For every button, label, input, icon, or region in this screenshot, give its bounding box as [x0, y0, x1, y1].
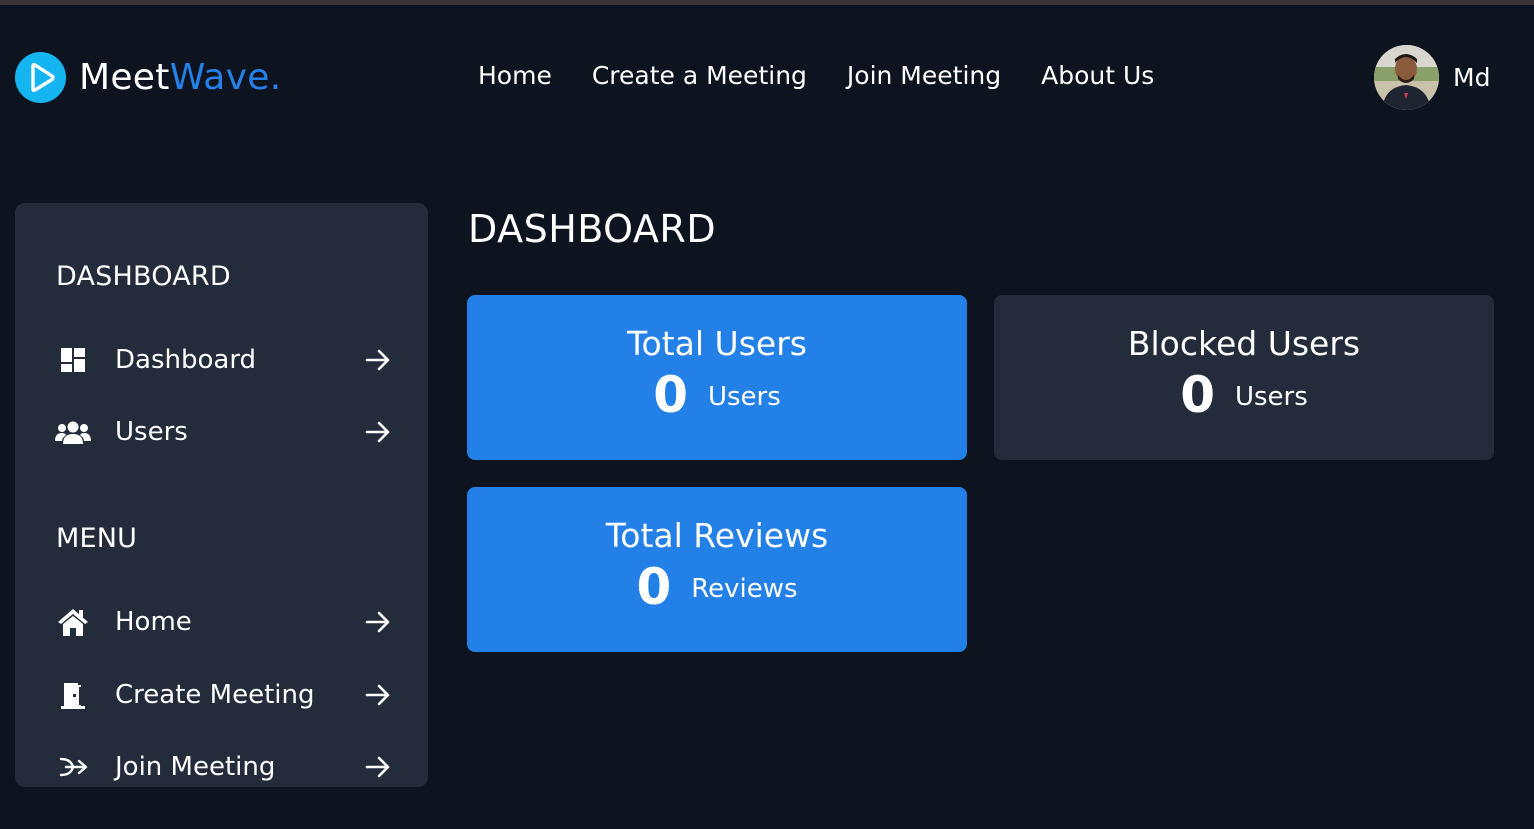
arrow-right-icon	[363, 680, 393, 710]
door-icon	[53, 675, 93, 715]
sidebar-item-label: Join Meeting	[115, 752, 276, 782]
arrow-right-icon	[363, 752, 393, 782]
dashboard-grid-icon	[53, 340, 93, 380]
sidebar-item-users[interactable]: Users	[53, 412, 393, 452]
stat-card-total-users[interactable]: Total Users 0 Users	[467, 295, 967, 460]
user-profile[interactable]: Md	[1374, 45, 1490, 110]
users-group-icon	[53, 412, 93, 452]
card-value-row: 0 Reviews	[636, 557, 797, 617]
brand-logo[interactable]: MeetWave.	[15, 52, 281, 103]
sidebar-item-label: Dashboard	[115, 345, 257, 375]
sidebar-item-create-meeting[interactable]: Create Meeting	[53, 675, 393, 715]
card-title: Total Reviews	[605, 516, 829, 555]
card-title: Blocked Users	[1127, 324, 1361, 363]
arrow-right-icon	[363, 345, 393, 375]
avatar[interactable]	[1374, 45, 1439, 110]
card-unit: Users	[1234, 382, 1308, 412]
sidebar-item-dashboard[interactable]: Dashboard	[53, 340, 393, 380]
sidebar: DASHBOARD Dashboard Users MENU Home Crea…	[15, 203, 428, 787]
page-title: DASHBOARD	[468, 207, 717, 251]
arrow-right-icon	[363, 417, 393, 447]
sidebar-item-label: Home	[115, 607, 192, 637]
sidebar-item-label: Users	[115, 417, 188, 447]
sidebar-item-home[interactable]: Home	[53, 602, 393, 642]
brand-name: MeetWave.	[79, 57, 281, 98]
sign-in-icon	[53, 747, 93, 787]
brand-name-part1: Meet	[79, 57, 170, 98]
card-title: Total Users	[627, 324, 807, 363]
top-navbar: MeetWave. Home Create a Meeting Join Mee…	[0, 5, 1534, 150]
arrow-right-icon	[363, 607, 393, 637]
stat-card-total-reviews[interactable]: Total Reviews 0 Reviews	[467, 487, 967, 652]
nav-link-join-meeting[interactable]: Join Meeting	[847, 61, 1001, 90]
sidebar-item-label: Create Meeting	[115, 680, 315, 710]
nav-link-home[interactable]: Home	[478, 61, 552, 90]
sidebar-item-join-meeting[interactable]: Join Meeting	[53, 747, 393, 787]
card-value: 0	[1180, 366, 1215, 424]
play-logo-icon	[15, 52, 66, 103]
nav-link-create-meeting[interactable]: Create a Meeting	[592, 61, 807, 90]
main-nav: Home Create a Meeting Join Meeting About…	[478, 61, 1194, 90]
sidebar-heading-menu: MENU	[56, 523, 138, 554]
sidebar-heading-dashboard: DASHBOARD	[56, 261, 231, 292]
nav-link-about-us[interactable]: About Us	[1041, 61, 1154, 90]
card-value-row: 0 Users	[653, 365, 781, 425]
card-unit: Users	[707, 382, 781, 412]
card-value: 0	[636, 558, 672, 616]
brand-name-part2: Wave.	[169, 57, 282, 98]
card-value: 0	[653, 366, 688, 424]
user-name[interactable]: Md	[1453, 63, 1490, 92]
stat-card-blocked-users[interactable]: Blocked Users 0 Users	[994, 295, 1494, 460]
card-value-row: 0 Users	[1180, 365, 1308, 425]
card-unit: Reviews	[691, 574, 798, 604]
home-icon	[53, 602, 93, 642]
